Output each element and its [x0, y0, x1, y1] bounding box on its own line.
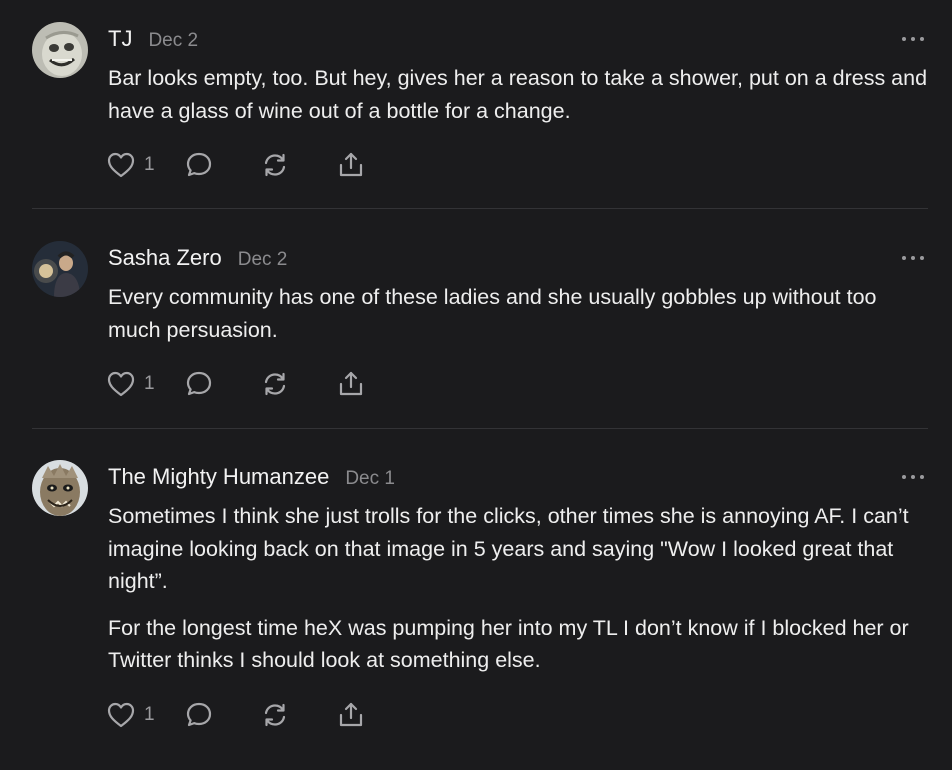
reply-button[interactable] — [184, 150, 214, 180]
comment-header: TJ Dec 2 — [108, 26, 198, 54]
author-name[interactable]: TJ — [108, 26, 132, 52]
comment-body: Bar looks empty, too. But hey, gives her… — [108, 62, 928, 141]
author-name[interactable]: Sasha Zero — [108, 245, 222, 271]
comment-body: Every community has one of these ladies … — [108, 281, 928, 360]
avatar[interactable] — [32, 241, 88, 297]
comment-header: Sasha Zero Dec 2 — [108, 245, 287, 273]
comment-date[interactable]: Dec 2 — [148, 30, 198, 52]
like-count: 1 — [144, 704, 155, 725]
like-count: 1 — [144, 154, 155, 175]
share-button[interactable] — [336, 700, 366, 730]
comment-paragraph: For the longest time heX was pumping her… — [108, 615, 909, 673]
more-options-button[interactable] — [902, 472, 924, 482]
ellipsis-icon — [902, 475, 906, 479]
share-upload-icon — [339, 152, 363, 177]
comment-body: Sometimes I think she just trolls for th… — [108, 500, 928, 691]
more-options-button[interactable] — [902, 253, 924, 263]
speech-bubble-icon — [186, 152, 212, 177]
author-name[interactable]: The Mighty Humanzee — [108, 464, 329, 490]
speech-bubble-icon — [186, 702, 212, 727]
repost-arrows-icon — [264, 703, 286, 727]
restack-button[interactable] — [260, 150, 290, 180]
comment-date[interactable]: Dec 1 — [345, 468, 395, 490]
like-button[interactable]: 1 — [106, 151, 156, 179]
heart-icon — [107, 371, 135, 397]
heart-icon — [107, 152, 135, 178]
repost-arrows-icon — [264, 153, 286, 177]
reply-button[interactable] — [184, 700, 214, 730]
divider — [32, 428, 928, 429]
comment-date[interactable]: Dec 2 — [238, 249, 288, 271]
share-upload-icon — [339, 371, 363, 396]
like-count: 1 — [144, 373, 155, 394]
comment-header: The Mighty Humanzee Dec 1 — [108, 464, 395, 492]
creature-mask-avatar-icon — [32, 460, 88, 516]
comment-paragraph: Every community has one of these ladies … — [108, 285, 877, 342]
share-button[interactable] — [336, 369, 366, 399]
comment-actions: 1 — [106, 700, 366, 730]
like-button[interactable]: 1 — [106, 370, 156, 398]
speech-bubble-icon — [186, 371, 212, 396]
share-upload-icon — [339, 702, 363, 727]
like-button[interactable]: 1 — [106, 701, 156, 729]
person-in-dark-room-avatar-icon — [32, 241, 88, 297]
restack-button[interactable] — [260, 700, 290, 730]
comment-paragraph: Sometimes I think she just trolls for th… — [108, 504, 909, 593]
reply-button[interactable] — [184, 369, 214, 399]
comment-actions: 1 — [106, 369, 366, 399]
ellipsis-icon — [902, 37, 906, 41]
heart-icon — [107, 702, 135, 728]
share-button[interactable] — [336, 150, 366, 180]
restack-button[interactable] — [260, 369, 290, 399]
cartoon-face-avatar-icon — [32, 22, 88, 78]
comment-paragraph: Bar looks empty, too. But hey, gives her… — [108, 66, 928, 123]
comment-actions: 1 — [106, 150, 366, 180]
ellipsis-icon — [902, 256, 906, 260]
divider — [32, 208, 928, 209]
avatar[interactable] — [32, 22, 88, 78]
more-options-button[interactable] — [902, 34, 924, 44]
repost-arrows-icon — [264, 372, 286, 396]
avatar[interactable] — [32, 460, 88, 516]
